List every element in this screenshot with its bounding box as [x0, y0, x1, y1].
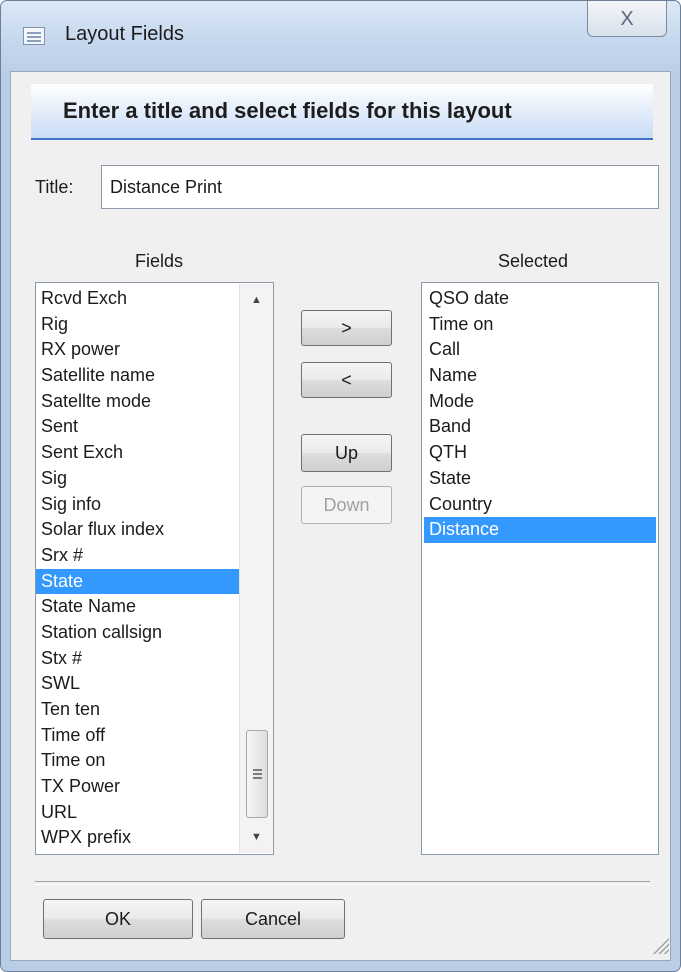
separator — [35, 881, 650, 885]
list-item[interactable]: URL — [36, 800, 273, 826]
list-item[interactable]: Satellte mode — [36, 389, 273, 415]
list-item[interactable]: Sig — [36, 466, 273, 492]
list-item[interactable]: Distance — [424, 517, 656, 543]
resize-grip-icon[interactable] — [651, 936, 669, 954]
list-item[interactable]: Time on — [36, 748, 273, 774]
list-item[interactable]: Band — [424, 414, 656, 440]
list-item[interactable]: Rcvd Exch — [36, 286, 273, 312]
layout-fields-dialog: Layout Fields X Enter a title and select… — [0, 0, 681, 972]
list-item[interactable]: State — [36, 568, 273, 595]
selected-list: QSO date Time on Call Name Mode Band QTH State C… — [424, 286, 656, 543]
move-up-button[interactable]: Up — [301, 434, 392, 472]
list-item[interactable]: SWL — [36, 671, 273, 697]
remove-field-button[interactable]: < — [301, 362, 392, 398]
fields-listbox[interactable]: Rcvd Exch Rig RX power Satellite name Satell… — [35, 282, 274, 855]
cancel-button[interactable]: Cancel — [201, 899, 345, 939]
list-item[interactable]: Rig — [36, 312, 273, 338]
ok-button[interactable]: OK — [43, 899, 193, 939]
selected-header: Selected — [498, 251, 569, 271]
scroll-thumb-grip — [253, 769, 262, 771]
title-bar[interactable]: Layout Fields X — [1, 1, 680, 73]
list-item[interactable]: Sent — [36, 414, 273, 440]
banner-text: Enter a title and select fields for this… — [63, 98, 512, 123]
scroll-up-arrow-icon[interactable]: ▲ — [240, 286, 273, 314]
fields-list: Rcvd Exch Rig RX power Satellite name Satell… — [36, 286, 273, 851]
scroll-down-arrow-icon[interactable]: ▼ — [240, 823, 273, 851]
list-item[interactable]: Country — [424, 492, 656, 518]
list-item[interactable]: Call — [424, 337, 656, 363]
title-input[interactable] — [101, 165, 659, 209]
list-item[interactable]: State Name — [36, 594, 273, 620]
list-item[interactable]: Srx # — [36, 543, 273, 569]
list-item[interactable]: State — [424, 466, 656, 492]
title-label: Title: — [35, 177, 74, 197]
list-item[interactable]: Solar flux index — [36, 517, 273, 543]
list-item[interactable]: Sig info — [36, 492, 273, 518]
list-item[interactable]: QTH — [424, 440, 656, 466]
list-item[interactable]: Time on — [424, 312, 656, 338]
list-item[interactable]: Station callsign — [36, 620, 273, 646]
window-icon — [23, 27, 45, 45]
list-item[interactable]: Satellite name — [36, 363, 273, 389]
fields-scrollbar[interactable]: ▲ ▼ — [239, 284, 273, 853]
add-field-button[interactable]: > — [301, 310, 392, 346]
list-item[interactable]: Name — [424, 363, 656, 389]
list-item[interactable]: WPX prefix — [36, 825, 273, 851]
close-button[interactable]: X — [587, 1, 667, 37]
instruction-banner: Enter a title and select fields for this… — [31, 84, 653, 140]
list-item[interactable]: Sent Exch — [36, 440, 273, 466]
list-item[interactable]: RX power — [36, 337, 273, 363]
fields-header: Fields — [135, 251, 184, 271]
list-item[interactable]: Stx # — [36, 646, 273, 672]
close-icon: X — [620, 8, 634, 30]
move-down-button[interactable]: Down — [301, 486, 392, 524]
scroll-thumb[interactable] — [246, 730, 268, 818]
list-item[interactable]: Mode — [424, 389, 656, 415]
list-item[interactable]: TX Power — [36, 774, 273, 800]
list-item[interactable]: Time off — [36, 723, 273, 749]
selected-listbox[interactable]: QSO date Time on Call Name Mode Band QTH State C… — [421, 282, 659, 855]
window-title: Layout Fields — [65, 23, 184, 45]
list-item[interactable]: QSO date — [424, 286, 656, 312]
list-item[interactable]: Ten ten — [36, 697, 273, 723]
